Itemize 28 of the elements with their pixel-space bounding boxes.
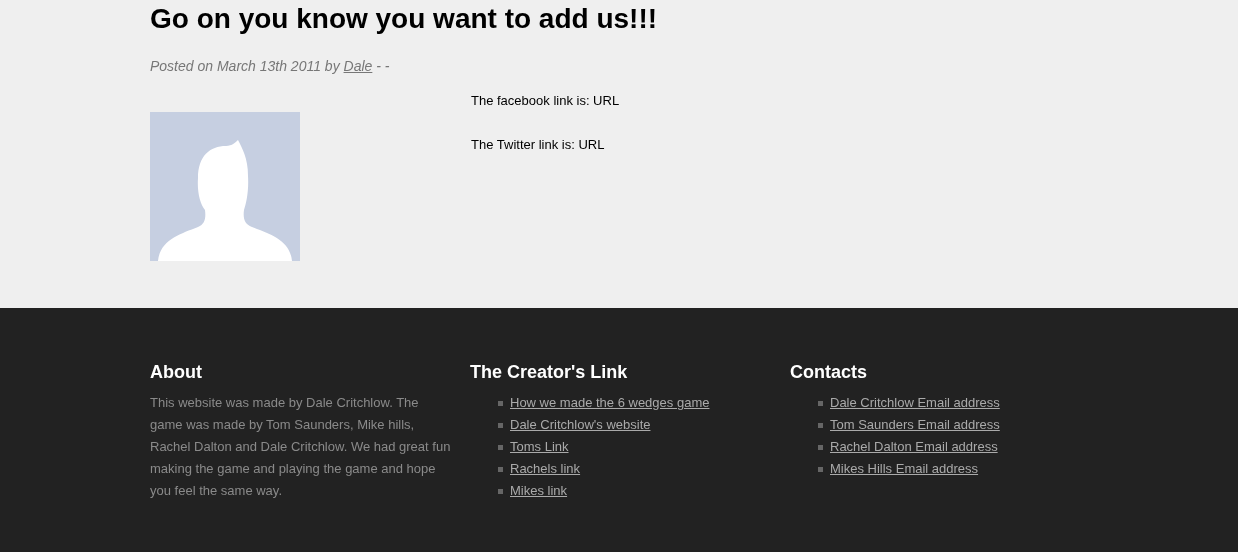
footer-heading: The Creator's Link — [470, 361, 628, 384]
about-text: This website was made by Dale Critchlow. The game was made by Tom Saunders, Mike hills, Rachel Dalton and Dale Critchlow. We had great fun making the game and playing the game and hope you feel the same way. — [150, 394, 452, 500]
footer-link[interactable]: How we made the 6 wedges game — [510, 392, 710, 414]
author-link[interactable]: Dale — [343, 58, 373, 74]
bullet-icon — [498, 422, 503, 428]
bullet-icon — [498, 488, 503, 494]
footer-heading: Contacts — [790, 361, 867, 384]
footer-heading: About — [150, 361, 202, 384]
footer-link[interactable]: Dale Critchlow Email address — [830, 392, 1000, 414]
footer-link[interactable]: Dale Critchlow's website — [510, 414, 651, 436]
avatar-placeholder-icon — [150, 112, 300, 261]
link-line: The facebook link is: URL — [471, 92, 620, 110]
bullet-icon — [818, 422, 823, 428]
footer-link[interactable]: Mikes Hills Email address — [830, 458, 979, 480]
post-meta: Posted on March 13th 2011 by Dale - - — [150, 57, 390, 76]
bullet-icon — [818, 466, 823, 472]
footer-link[interactable]: Toms Link — [510, 436, 569, 458]
link-line: The Twitter link is: URL — [471, 136, 605, 154]
bullet-icon — [818, 400, 823, 406]
post-title: Go on you know you want to add us!!! — [150, 2, 658, 36]
bullet-icon — [498, 400, 503, 406]
bullet-icon — [818, 444, 823, 450]
footer-link[interactable]: Rachel Dalton Email address — [830, 436, 998, 458]
footer-link[interactable]: Mikes link — [510, 480, 568, 502]
bullet-icon — [498, 466, 503, 472]
footer-link[interactable]: Rachels link — [510, 458, 581, 480]
footer-link[interactable]: Tom Saunders Email address — [830, 414, 1000, 436]
bullet-icon — [498, 444, 503, 450]
